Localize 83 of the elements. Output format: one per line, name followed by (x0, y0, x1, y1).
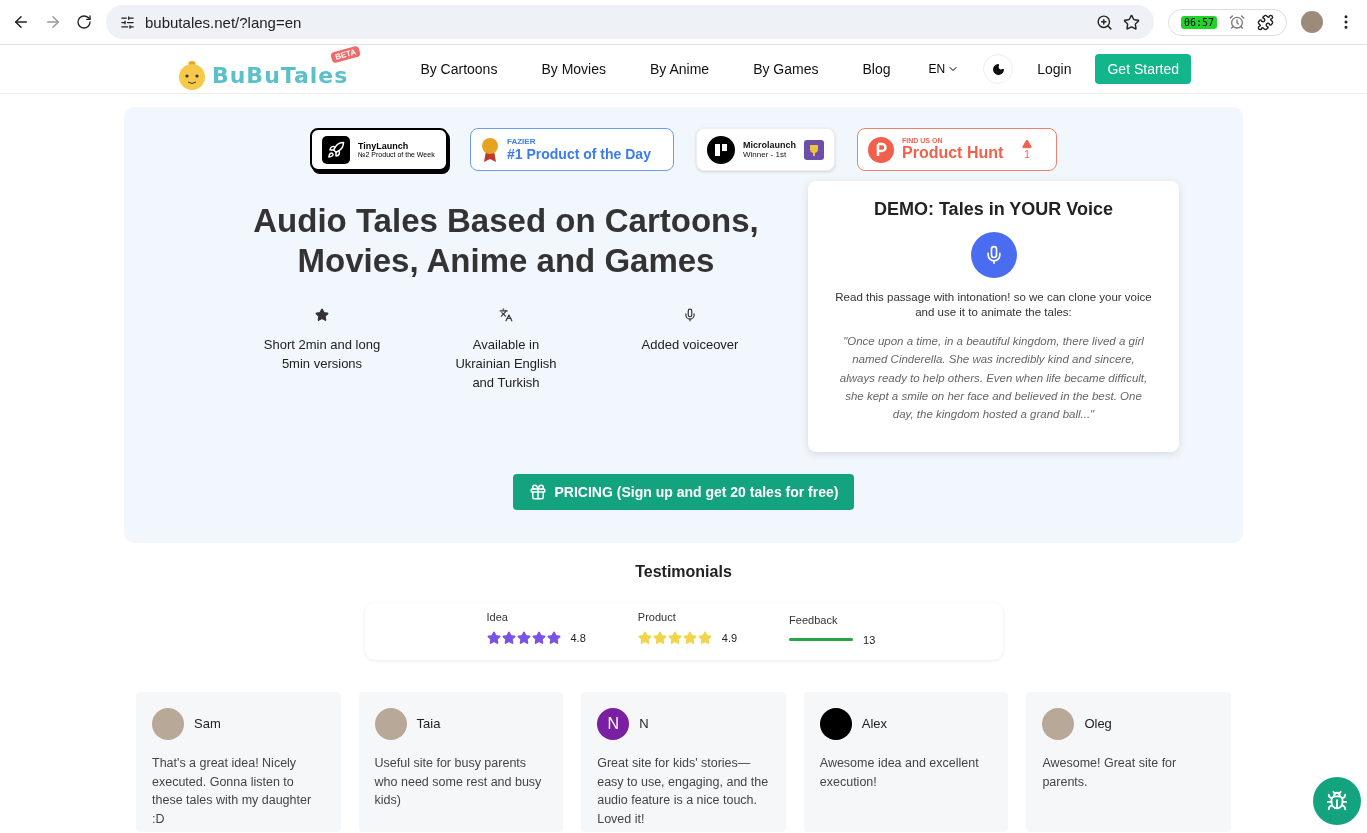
star-icon (667, 630, 682, 645)
language-icon (499, 308, 513, 323)
rating-label: Feedback (789, 613, 839, 626)
badge-title: TinyLaunch (358, 141, 410, 151)
nav-link[interactable]: By Movies (541, 61, 606, 77)
avatar-placeholder (1042, 707, 1075, 740)
feature-text: Added voiceover (641, 336, 739, 355)
avatar-placeholder (152, 707, 184, 740)
badge-subtitle: FAZIER (507, 137, 537, 146)
address-bar[interactable]: bubutales.net/?lang=en (106, 5, 1154, 39)
bookmark-icon[interactable] (1122, 13, 1140, 31)
section-title: Testimonials (634, 562, 733, 581)
upvote-count: 1 (1024, 149, 1030, 160)
login-link[interactable]: Login (1037, 61, 1072, 77)
rating-value: 13 (863, 633, 876, 646)
record-button[interactable] (970, 232, 1017, 278)
nav-link[interactable]: By Games (753, 61, 819, 77)
beta-badge: BETA (330, 45, 362, 64)
star-icon (501, 630, 516, 645)
reviewer-name: Alex (861, 716, 888, 732)
review-text: Great site for kids' stories—easy to use, engaging, and the audio feature is a nice touch. Loved it! (597, 754, 770, 829)
review-text: Awesome idea and excellent execution! (819, 754, 980, 791)
award-ribbon-icon (481, 136, 499, 163)
reviewer-name: Taia (416, 716, 441, 732)
star-icon (516, 630, 531, 645)
logo-icon (707, 135, 735, 164)
rocket-icon (322, 135, 350, 164)
badge-title: Microlaunch (743, 140, 796, 150)
alarm-icon[interactable] (1229, 14, 1245, 30)
profile-avatar[interactable] (1301, 11, 1323, 33)
microphone-icon (683, 308, 697, 323)
star-icon (315, 308, 329, 323)
theme-toggle[interactable] (983, 54, 1014, 84)
url-text: bubutales.net/?lang=en (145, 13, 303, 31)
site-settings-icon[interactable] (120, 14, 135, 30)
star-icon (486, 630, 501, 645)
reviewer-name: Sam (194, 716, 221, 732)
reviewer-name: N (639, 716, 649, 732)
avatar-initial: N (597, 707, 630, 740)
upvote-icon (1022, 139, 1032, 149)
rating-label: Idea (486, 610, 509, 623)
feature-text: Short 2min and long 5min versions (262, 336, 382, 374)
trophy-icon (804, 139, 824, 160)
moon-icon (991, 62, 1005, 76)
review-text: Useful site for busy parents who need some rest and busy kids) (374, 754, 543, 810)
bug-report-button[interactable] (1313, 777, 1361, 825)
star-icon (546, 630, 561, 645)
fazier-badge[interactable]: FAZIER #1 Product of the Day (470, 128, 674, 171)
avatar-circle (819, 707, 852, 740)
logo-icon (868, 136, 894, 163)
badge-title: #1 Product of the Day (507, 146, 651, 162)
feature-text: Available in Ukrainian English and Turkish (454, 336, 558, 392)
zoom-icon[interactable] (1095, 13, 1113, 31)
back-icon[interactable] (12, 13, 30, 31)
avatar-placeholder (374, 707, 407, 740)
star-icon (652, 630, 667, 645)
demo-instruction: Read this passage with intonation! so we can clone your voice and use it to animate the tales: (834, 290, 1153, 320)
review-text: Awesome! Great site for parents. (1042, 754, 1178, 791)
microlaunch-badge[interactable]: Microlaunch Winner - 1st (696, 128, 835, 171)
reviewer-name: Oleg (1084, 716, 1112, 732)
bug-icon (1326, 790, 1348, 812)
star-icon (697, 630, 712, 645)
nav-link[interactable]: Blog (862, 61, 891, 77)
forward-icon[interactable] (44, 13, 62, 31)
review-text: That's a great idea! Nicely executed. Gonna listen to these tales with my daughter :D (152, 754, 313, 829)
star-icon (682, 630, 697, 645)
star-icon (637, 630, 652, 645)
demo-passage: "Once upon a time, in a beautiful kingdom, there lived a girl named Cinderella. She was incredibly kind and sincere, always ready to help others. Even when life became difficult, she kept a smile on her face and believed in the best. One day, the kingdom hosted a grand ball..." (838, 333, 1149, 423)
badge-title: Product Hunt (902, 144, 1005, 162)
rating-value: 4.9 (721, 631, 738, 644)
badge-subtitle: Winner - 1st (743, 150, 788, 159)
demo-title: DEMO: Tales in YOUR Voice (873, 199, 1114, 220)
nav-link[interactable]: By Anime (650, 61, 710, 77)
extensions-icon[interactable] (1257, 13, 1274, 31)
reload-icon[interactable] (76, 14, 92, 30)
extension-badge[interactable]: 06:57 (1180, 15, 1217, 29)
nav-link[interactable]: By Cartoons (420, 61, 498, 77)
gift-icon (528, 482, 547, 501)
rating-label: Product (637, 610, 677, 623)
hero-title: Audio Tales Based on Cartoons, Movies, Anime and Games (252, 201, 760, 281)
logo-text: BuBuTales (211, 62, 349, 88)
star-icon (531, 630, 546, 645)
rating-value: 4.8 (570, 631, 586, 644)
